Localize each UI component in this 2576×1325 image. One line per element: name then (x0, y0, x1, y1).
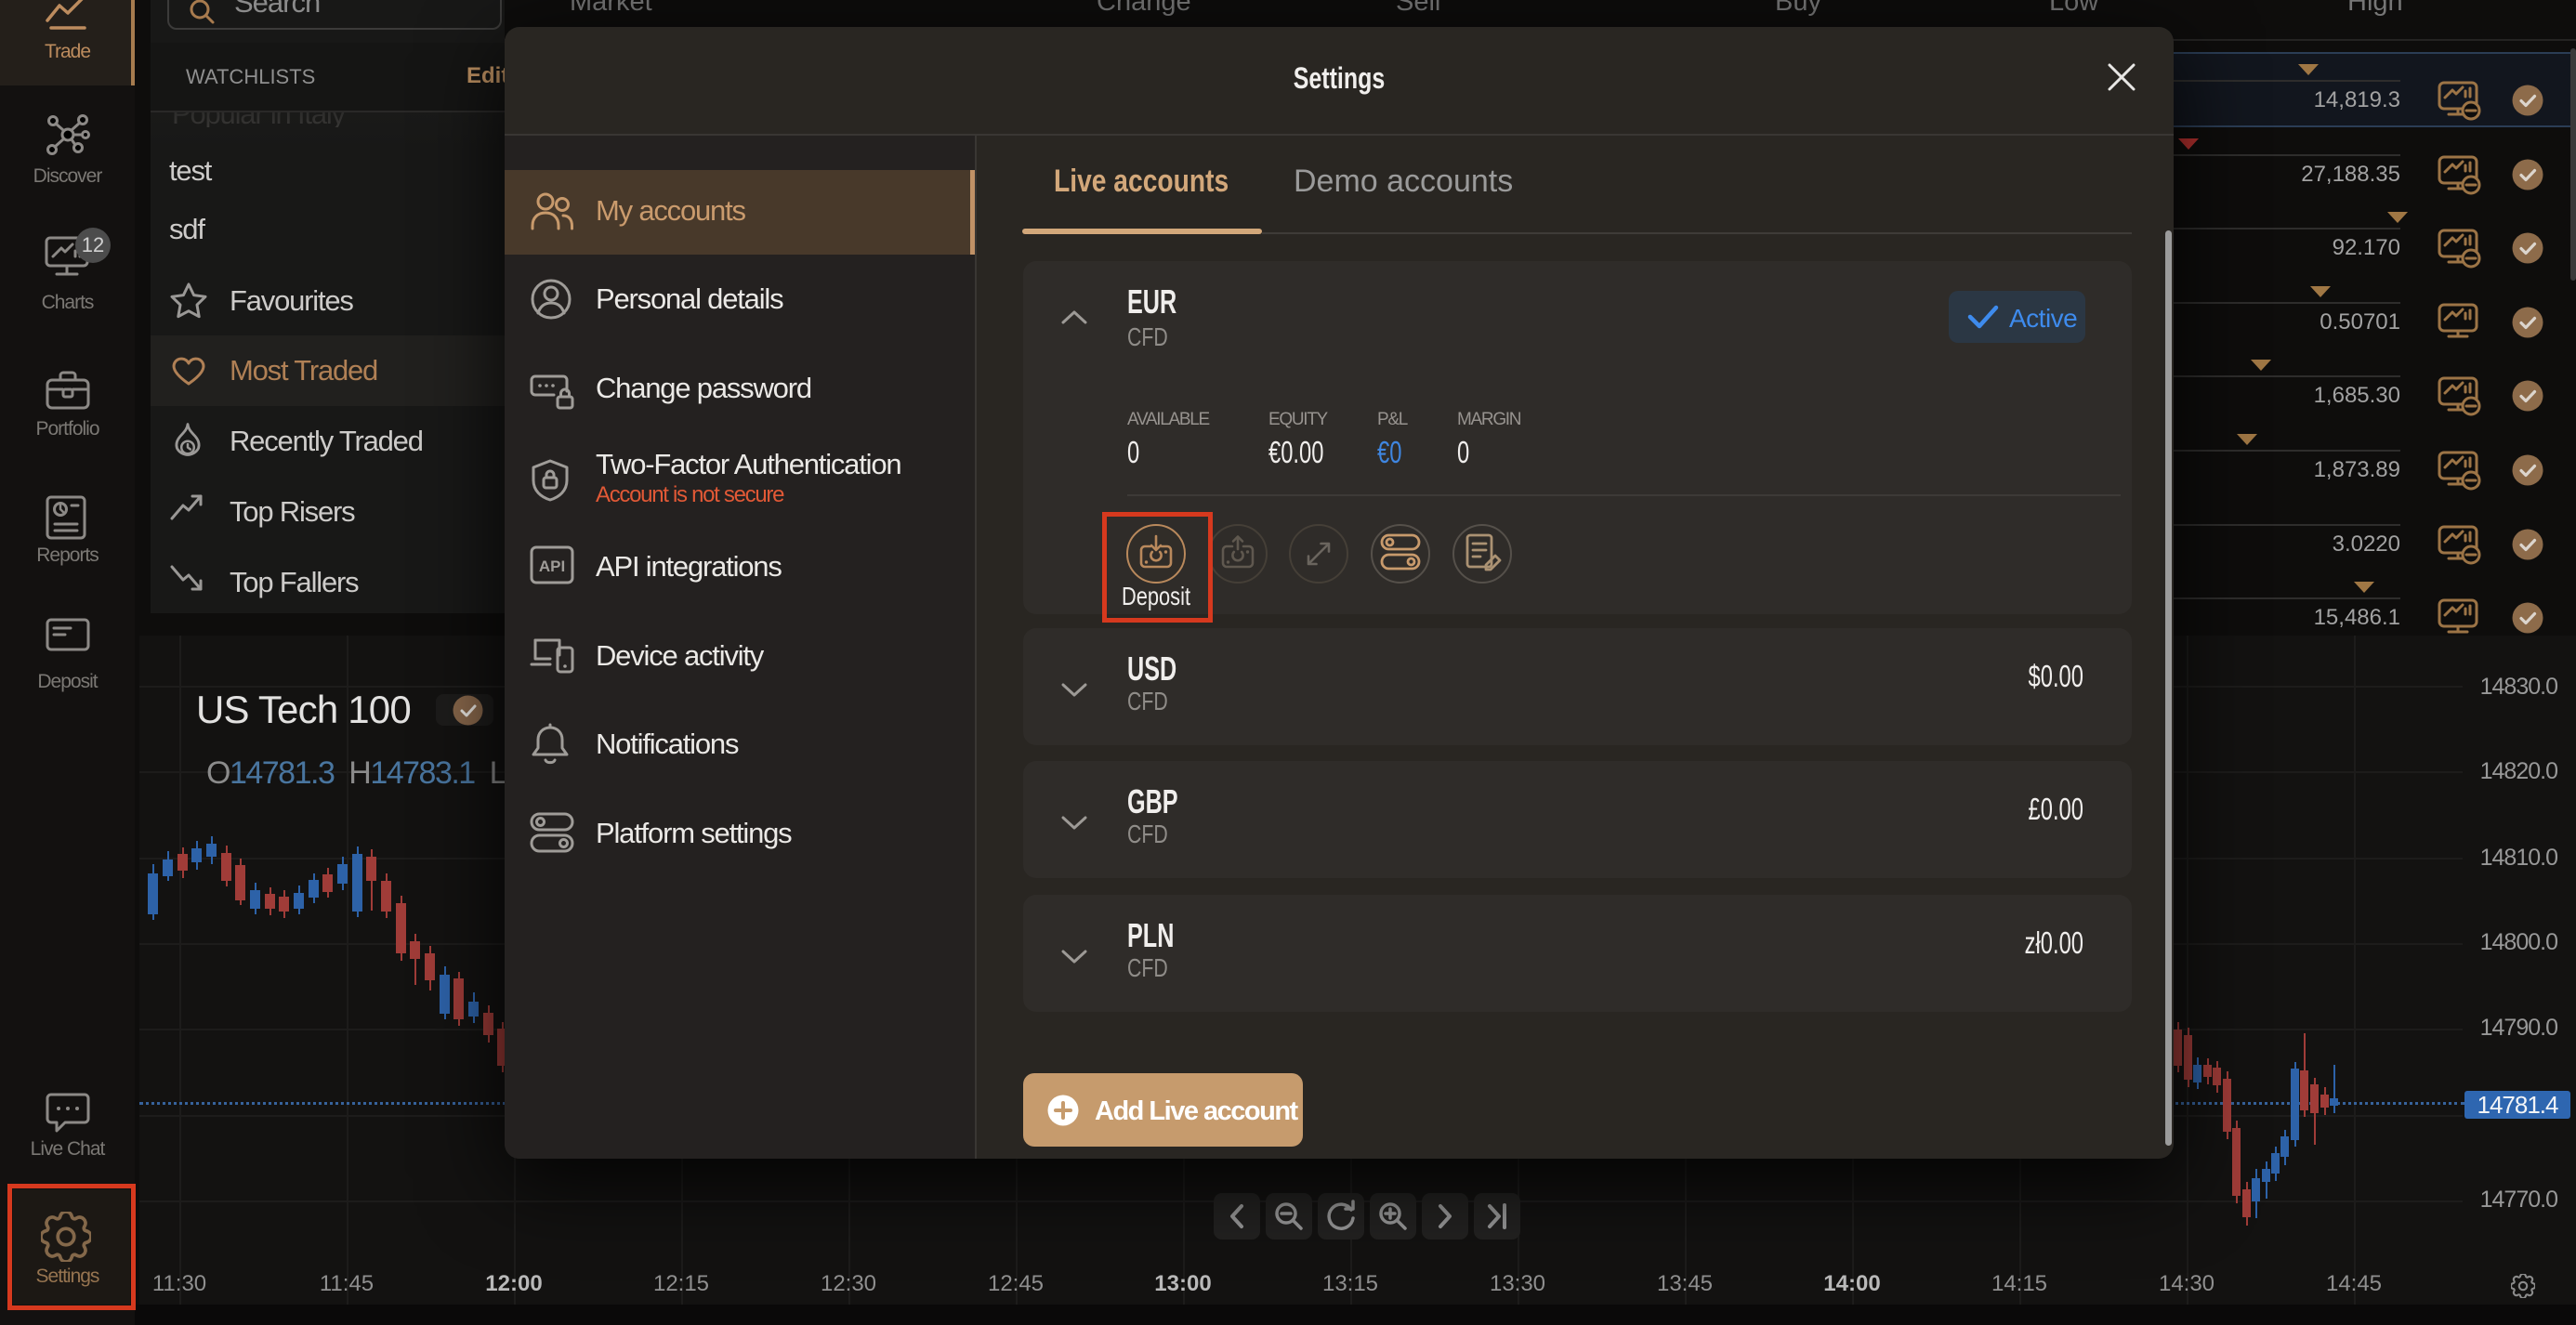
svg-text:API: API (539, 558, 565, 575)
